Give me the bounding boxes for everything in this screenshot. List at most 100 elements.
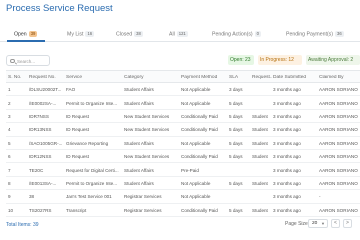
cell-service: ID Request <box>66 127 89 133</box>
tab-label: Closed <box>116 31 133 38</box>
table-header: S. No. Request No. Service Category Paym… <box>6 70 360 83</box>
table-row[interactable]: 3 IDR7NSS ID Request New Student Service… <box>6 110 360 124</box>
header-claimed-by[interactable]: Claimed By <box>319 75 360 80</box>
total-items: Total Items: 39 <box>6 222 39 228</box>
cell-request-no: IDR13NSS <box>29 127 52 133</box>
cell-requester: Student <box>252 181 268 187</box>
chevron-down-icon: ▼ <box>321 221 325 226</box>
cell-date-submitted: 3 months ago <box>273 87 301 93</box>
cell-claimed-by: AARON SORIANO <box>319 100 358 106</box>
tab-label: Pending Action(s) <box>212 31 253 38</box>
tab-all[interactable]: All 121 <box>169 31 188 38</box>
cell-payment-method: Not Applicable <box>181 87 211 93</box>
cell-requester: Student <box>252 140 268 146</box>
cell-payment-method: Conditionally Paid <box>181 154 218 160</box>
cell-sno: 5 <box>8 140 11 146</box>
cell-sla: 5 days <box>229 207 243 213</box>
cell-payment-method: Conditionally Paid <box>181 127 218 133</box>
cell-request-no: IDR7NSS <box>29 114 49 120</box>
cell-sla: 3 days <box>229 87 243 93</box>
tab-count: 0 <box>254 31 262 37</box>
page-size-select[interactable]: 20 ▼ <box>308 219 328 228</box>
cell-request-no: IDR12NSS <box>29 154 52 160</box>
cell-sno: 4 <box>8 127 11 133</box>
cell-category: Student Affairs <box>124 87 154 93</box>
cell-claimed-by: AARON SORIANO <box>319 207 358 213</box>
cell-claimed-by: AARON SORIANO <box>319 114 358 120</box>
cell-service: Jan's Test Service 001 <box>66 194 112 200</box>
cell-service: ID Request <box>66 154 89 160</box>
cell-service: Grievance Reporting <box>66 140 109 146</box>
cell-claimed-by: AARON SORIANO <box>319 127 358 133</box>
table-row[interactable]: 5 /SAO1005GR-... Grievance Reporting Stu… <box>6 137 360 150</box>
tab-pending-actions[interactable]: Pending Action(s) 0 <box>212 31 262 38</box>
tab-label: My List <box>67 31 84 38</box>
cell-payment-method: Conditionally Paid <box>181 207 218 213</box>
header-service[interactable]: Service <box>66 75 123 80</box>
table-row[interactable]: 2 /IE0002SA-... Permit to Organize Inte.… <box>6 96 360 110</box>
cell-category: Student Affairs <box>124 140 154 146</box>
table-row[interactable]: 4 IDR13NSS ID Request New Student Servic… <box>6 123 360 137</box>
cell-claimed-by: AARON SORIANO <box>319 154 358 160</box>
cell-date-submitted: 3 months ago <box>273 114 301 120</box>
cell-request-no: TS2027RS <box>29 207 52 213</box>
cell-sno: 7 <box>8 167 11 173</box>
cell-sla: 5 days <box>229 140 243 146</box>
tab-count: 39 <box>28 31 38 37</box>
cell-category: New Student Services <box>124 127 170 133</box>
table-row[interactable]: 9 38 Jan's Test Service 001 Registrar Se… <box>6 190 360 204</box>
cell-service: Request for Digital Certi... <box>66 167 119 173</box>
cell-date-submitted: 3 months ago <box>273 154 301 160</box>
header-sla[interactable]: SLA <box>229 75 251 80</box>
tab-count: 121 <box>176 31 188 37</box>
header-requester[interactable]: Request... <box>252 75 272 80</box>
cell-service: ID Request <box>66 114 89 120</box>
table-row[interactable]: 8 /IE0013SA-... Permit to Organize Inte.… <box>6 177 360 191</box>
cell-sno: 10 <box>8 207 14 213</box>
cell-sla: 5 days <box>229 114 243 120</box>
cell-sno: 6 <box>8 154 11 160</box>
table-row[interactable]: 1 /DLSU20002T... FAO Student Affairs Not… <box>6 83 360 97</box>
header-request-no[interactable]: Request No. <box>29 75 65 80</box>
tab-label: Pending Payment(s) <box>286 31 333 38</box>
table-row[interactable]: 10 TS2027RS Transcript Registrar Service… <box>6 204 360 217</box>
cell-service: FAO <box>66 87 76 93</box>
cell-category: Registrar Services <box>124 207 162 213</box>
search-icon <box>10 58 15 63</box>
cell-requester: Student <box>252 207 268 213</box>
open-status-badge[interactable]: Open: 23 <box>228 55 254 65</box>
cell-claimed-by: AARON SORIANO <box>319 181 358 187</box>
header-category[interactable]: Category <box>124 75 180 80</box>
awaiting-approval-status-badge[interactable]: Awaiting Approval: 2 <box>306 55 360 65</box>
cell-sla: 5 days <box>229 154 243 160</box>
tab-open[interactable]: Open 39 <box>14 31 38 38</box>
search-input[interactable] <box>17 57 49 65</box>
tab-label: Open <box>14 31 27 38</box>
cell-date-submitted: 3 months ago <box>273 194 301 200</box>
tab-bar: Open 39 My List 16 Closed 38 All 121 Pending… <box>0 28 360 42</box>
cell-request-no: TE20C <box>29 167 44 173</box>
tab-closed[interactable]: Closed 38 <box>116 31 143 38</box>
search-box[interactable] <box>6 55 50 66</box>
cell-sla: 5 days <box>229 181 243 187</box>
header-sno[interactable]: S. No. <box>8 75 28 80</box>
table-row[interactable]: 7 TE20C Request for Digital Certi... Stu… <box>6 163 360 177</box>
tab-my-list[interactable]: My List 16 <box>67 31 95 38</box>
page-size-label: Page Size: <box>285 221 310 227</box>
cell-payment-method: Not Applicable <box>181 194 211 200</box>
cell-request-no: /IE0002SA-... <box>29 100 57 106</box>
previous-page-button[interactable]: < <box>331 219 340 228</box>
cell-sla: 5 days <box>229 127 243 133</box>
header-payment-method[interactable]: Payment Method <box>181 75 228 80</box>
cell-service: Transcript <box>66 207 87 213</box>
next-page-button[interactable]: > <box>343 219 352 228</box>
tab-pending-payments[interactable]: Pending Payment(s) 36 <box>286 31 344 38</box>
table-row[interactable]: 6 IDR12NSS ID Request New Student Servic… <box>6 150 360 164</box>
page-size-value: 20 <box>312 221 318 226</box>
cell-category: Registrar Services <box>124 194 162 200</box>
header-date-submitted[interactable]: Date Submitted <box>273 75 318 80</box>
cell-payment-method: Not Applicable <box>181 100 211 106</box>
tab-count: 36 <box>335 31 344 37</box>
cell-service: Permit to Organize Inte... <box>66 181 118 187</box>
in-progress-status-badge[interactable]: In Progress: 12 <box>258 55 302 65</box>
